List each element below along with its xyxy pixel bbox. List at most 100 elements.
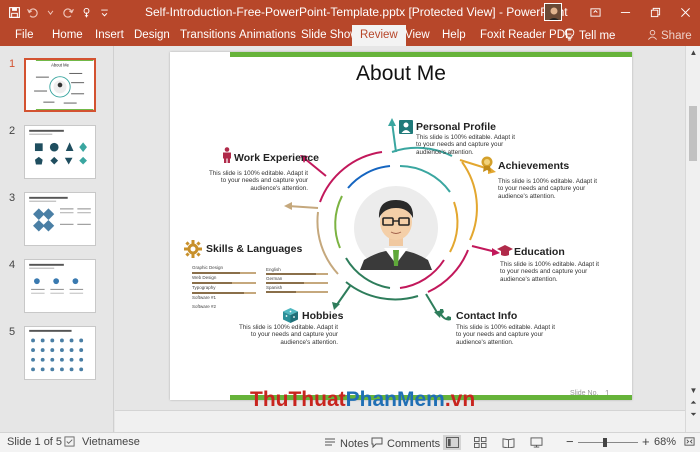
work-experience-description[interactable]: This slide is 100% editable. Adapt it to…	[206, 170, 308, 192]
hobbies-description[interactable]: This slide is 100% editable. Adapt it to…	[238, 324, 338, 346]
tell-me-label: Tell me	[579, 29, 616, 42]
scroll-down-arrow-icon[interactable]: ▼	[687, 386, 700, 396]
notes-pane[interactable]	[115, 410, 685, 432]
svg-text:About Me: About Me	[51, 62, 69, 67]
tab-view[interactable]: View	[405, 25, 430, 46]
document-title: Self-Introduction-Free-PowerPoint-Templa…	[145, 5, 568, 19]
skill-bar	[192, 282, 256, 284]
hobbies-title[interactable]: Hobbies	[302, 310, 343, 322]
redo-icon[interactable]	[60, 5, 76, 21]
achievements-description[interactable]: This slide is 100% editable. Adapt it to…	[498, 178, 598, 200]
thumbnail-preview[interactable]	[24, 326, 96, 380]
scrollbar-thumb[interactable]	[689, 106, 697, 161]
thumbnail-number: 1	[9, 58, 16, 70]
watermark-part-2: PhanMem	[345, 388, 445, 411]
comment-icon	[371, 436, 383, 451]
tab-review[interactable]: Review	[352, 25, 406, 46]
achievements-title[interactable]: Achievements	[498, 160, 569, 172]
user-avatar[interactable]	[544, 3, 562, 21]
next-slide-icon[interactable]: ⏷	[687, 410, 700, 420]
slide-canvas[interactable]: About Me Personal Profile This slide is …	[170, 52, 632, 400]
touch-mode-icon[interactable]	[78, 5, 94, 21]
skill-label: Software #2	[192, 304, 217, 309]
normal-view-icon[interactable]	[443, 435, 461, 450]
lightbulb-icon	[564, 27, 575, 44]
phone-icon	[440, 309, 451, 321]
tab-help[interactable]: Help	[442, 25, 466, 46]
language-bar	[266, 273, 328, 275]
undo-icon[interactable]	[24, 5, 40, 21]
spellcheck-icon[interactable]	[64, 436, 75, 447]
thumbnail-number: 5	[9, 326, 16, 338]
zoom-slider-knob[interactable]	[603, 438, 607, 447]
tab-slide-show[interactable]: Slide Show	[301, 25, 359, 46]
personal-profile-description[interactable]: This slide is 100% editable. Adapt it to…	[416, 134, 516, 156]
thumbnail-preview[interactable]	[24, 125, 96, 179]
tab-insert[interactable]: Insert	[95, 25, 124, 46]
language-label: Spanish	[266, 285, 283, 290]
achievements-icon	[481, 156, 493, 172]
thumbnail-number: 4	[9, 259, 16, 271]
skills-languages-title[interactable]: Skills & Languages	[206, 243, 302, 255]
comments-label: Comments	[387, 437, 441, 450]
tab-home[interactable]: Home	[52, 25, 83, 46]
language-label: German	[266, 276, 283, 281]
slide-count: Slide 1 of 5	[7, 436, 63, 448]
tab-transitions[interactable]: Transitions	[180, 25, 236, 46]
gear-icon	[184, 240, 202, 258]
skill-label: Graphic Design	[192, 265, 224, 270]
work-experience-title[interactable]: Work Experience	[234, 152, 319, 164]
personal-profile-icon	[399, 120, 413, 134]
skill-bar	[192, 292, 256, 294]
slide-show-view-icon[interactable]	[527, 435, 545, 450]
tab-design[interactable]: Design	[134, 25, 170, 46]
thumbnail-preview[interactable]: About Me	[24, 58, 96, 112]
education-title[interactable]: Education	[514, 246, 565, 258]
vertical-scrollbar[interactable]: ▲ ▼ ⏶ ⏷	[685, 46, 700, 432]
education-icon	[497, 245, 513, 256]
skill-label: Typography	[192, 285, 216, 290]
dropdown-arrow-icon[interactable]	[42, 5, 58, 21]
comments-button[interactable]: Comments	[371, 436, 440, 451]
contact-info-description[interactable]: This slide is 100% editable. Adapt it to…	[456, 324, 556, 346]
thumbnail-number: 3	[9, 192, 16, 204]
save-icon[interactable]	[6, 5, 22, 21]
customize-toolbar-icon[interactable]	[96, 5, 112, 21]
ribbon-display-options-icon[interactable]	[580, 0, 610, 25]
watermark-part-3: .vn	[444, 388, 476, 411]
slide-sorter-icon[interactable]	[471, 435, 489, 450]
thumbnail-preview[interactable]	[24, 259, 96, 313]
language-indicator[interactable]: Vietnamese	[82, 436, 140, 448]
watermark-logo: ThuThuatPhanMem.vn	[250, 388, 475, 412]
tell-me-search[interactable]: Tell me	[564, 25, 615, 46]
slide-thumbnail-pane: 1 About Me 2 3 4 5	[0, 46, 114, 432]
restore-icon[interactable]	[640, 0, 670, 25]
zoom-out-button[interactable]: −	[566, 434, 574, 449]
previous-slide-icon[interactable]: ⏶	[687, 398, 700, 408]
zoom-in-button[interactable]: +	[642, 434, 650, 449]
hobbies-dice-icon	[283, 308, 298, 323]
fit-slide-icon[interactable]	[684, 436, 695, 447]
skill-label: Software #1	[192, 295, 217, 300]
language-bar	[266, 291, 328, 293]
scroll-up-arrow-icon[interactable]: ▲	[687, 48, 700, 58]
tab-animations[interactable]: Animations	[239, 25, 296, 46]
zoom-level[interactable]: 68%	[654, 436, 676, 448]
minimize-icon[interactable]	[610, 0, 640, 25]
tab-file[interactable]: File	[15, 25, 34, 46]
education-description[interactable]: This slide is 100% editable. Adapt it to…	[500, 261, 600, 283]
contact-info-title[interactable]: Contact Info	[456, 310, 517, 322]
thumbnail-preview[interactable]	[24, 192, 96, 246]
share-button[interactable]: Share	[647, 25, 692, 46]
share-label: Share	[661, 29, 692, 42]
powerpoint-window: Self-Introduction-Free-PowerPoint-Templa…	[0, 0, 700, 452]
tab-foxit-reader-pdf[interactable]: Foxit Reader PDF	[480, 25, 572, 46]
title-bar: Self-Introduction-Free-PowerPoint-Templa…	[0, 0, 700, 25]
personal-profile-title[interactable]: Personal Profile	[416, 121, 496, 133]
quick-access-toolbar	[0, 5, 112, 21]
zoom-slider-track[interactable]	[578, 442, 638, 443]
close-icon[interactable]	[670, 0, 700, 25]
notes-label: Notes	[340, 437, 369, 450]
reading-view-icon[interactable]	[499, 435, 517, 450]
notes-button[interactable]: Notes	[324, 436, 369, 451]
